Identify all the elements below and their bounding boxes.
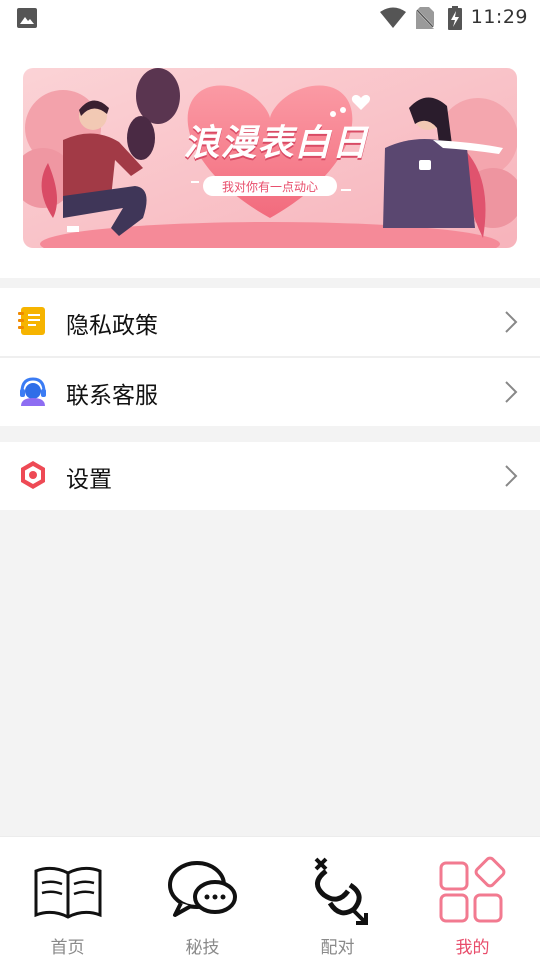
menu-item-label: 联系客服 bbox=[66, 383, 158, 409]
notebook-icon bbox=[18, 307, 45, 335]
image-icon bbox=[17, 8, 37, 28]
apps-grid-icon bbox=[439, 856, 506, 923]
status-bar: 11:29 bbox=[0, 0, 540, 36]
menu-item-label: 设置 bbox=[66, 467, 112, 493]
bottom-tab-bar: 首页 秘技 配对 我的 bbox=[0, 836, 540, 961]
chevron-right-icon bbox=[505, 381, 518, 403]
tab-label: 首页 bbox=[50, 938, 85, 958]
settings-icon bbox=[21, 461, 45, 489]
banner-subtitle: 我对你有一点动心 bbox=[221, 180, 318, 194]
no-sim-icon bbox=[416, 7, 434, 29]
tab-home[interactable]: 首页 bbox=[0, 837, 135, 961]
book-icon bbox=[34, 866, 102, 919]
tab-secrets[interactable]: 秘技 bbox=[135, 837, 270, 961]
menu-item-customer-service[interactable]: 联系客服 bbox=[0, 358, 540, 426]
wifi-icon bbox=[380, 7, 406, 28]
tab-label: 配对 bbox=[320, 938, 355, 958]
chat-bubbles-icon bbox=[168, 861, 237, 917]
menu-item-label: 隐私政策 bbox=[66, 313, 158, 339]
status-icons bbox=[380, 6, 470, 30]
tab-label: 秘技 bbox=[185, 938, 220, 958]
status-time: 11:29 bbox=[470, 6, 528, 28]
tab-mine[interactable]: 我的 bbox=[405, 837, 540, 961]
chevron-right-icon bbox=[505, 311, 518, 333]
tab-label: 我的 bbox=[455, 938, 490, 958]
chevron-right-icon bbox=[505, 465, 518, 487]
tab-match[interactable]: 配对 bbox=[270, 837, 405, 961]
menu-item-privacy[interactable]: 隐私政策 bbox=[0, 288, 540, 356]
menu-item-settings[interactable]: 设置 bbox=[0, 442, 540, 510]
banner-title: 浪漫表白日 bbox=[183, 123, 369, 164]
promo-banner[interactable]: 浪漫表白日 我对你有一点动心 bbox=[23, 68, 517, 248]
customer-service-icon bbox=[20, 377, 46, 406]
battery-charging-icon bbox=[448, 6, 462, 30]
gender-link-icon bbox=[314, 857, 368, 925]
